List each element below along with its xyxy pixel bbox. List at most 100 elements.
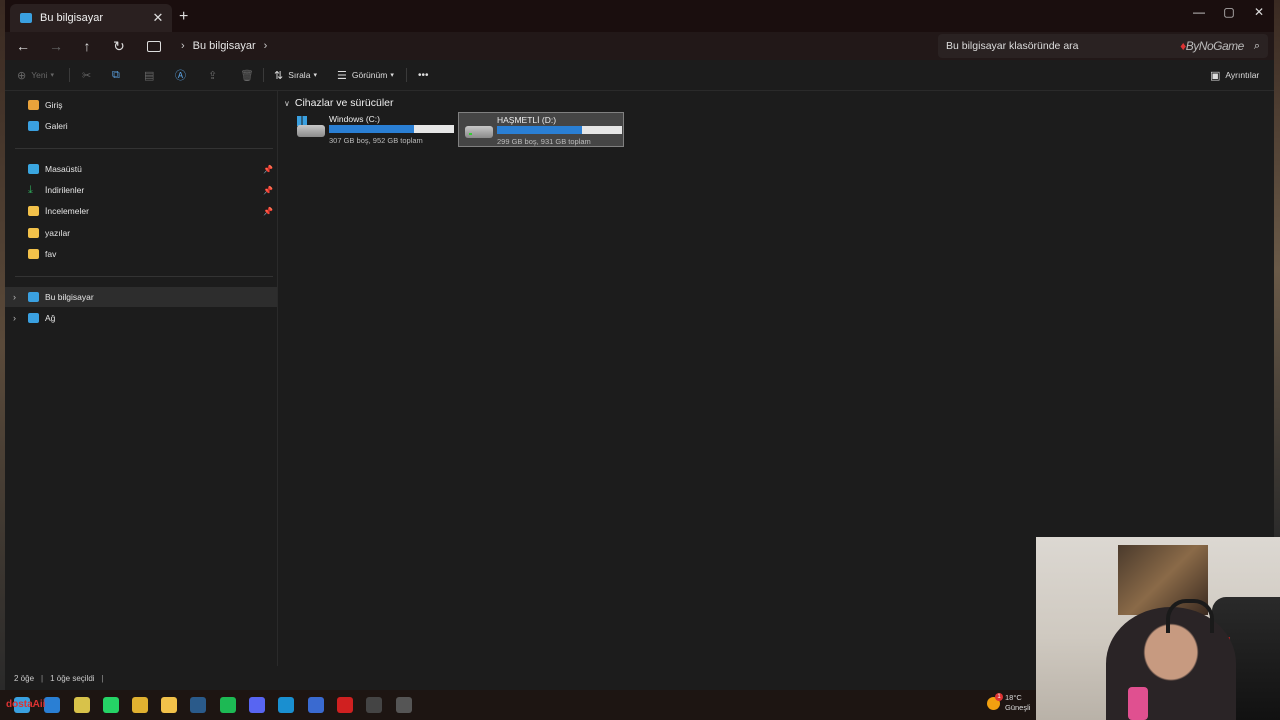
chevron-down-icon: ▾ [313, 72, 317, 79]
share-button[interactable]: ⇪ [208, 60, 222, 90]
forward-arrow-icon[interactable]: → [46, 36, 66, 56]
refresh-icon[interactable]: ↻ [109, 36, 129, 56]
view-button[interactable]: ☰ Görünüm ▾ [337, 60, 394, 90]
sidebar-item-incelemeler[interactable]: İncelemeler 📌 [5, 201, 277, 221]
computer-icon [28, 292, 39, 302]
obs-icon[interactable] [396, 697, 412, 713]
rename-button[interactable]: Ⓐ [175, 60, 191, 90]
drive-d[interactable]: HAŞMETLİ (D:) 299 GB boş, 931 GB toplam [458, 112, 624, 147]
sidebar-item-indirilenler[interactable]: ⤓ İndirilenler 📌 [5, 180, 277, 200]
acrobat-icon[interactable] [337, 697, 353, 713]
status-separator: | [101, 673, 104, 683]
sidebar-item-giris[interactable]: Giriş [5, 95, 277, 115]
view-icon: ☰ [337, 69, 347, 82]
chrome-icon[interactable] [132, 697, 148, 713]
new-icon: ⊕ [17, 69, 27, 82]
chevron-down-icon: ∨ [284, 98, 290, 108]
scissors-icon: ✂ [82, 69, 92, 82]
paste-icon: ▤ [144, 69, 155, 82]
pin-icon: 📌 [263, 206, 273, 216]
network-icon [28, 313, 39, 323]
minimize-button[interactable]: — [1184, 0, 1214, 24]
maximize-button[interactable]: ▢ [1214, 0, 1244, 24]
pin-icon: 📌 [263, 164, 273, 174]
folder-icon [28, 206, 39, 216]
drive-c[interactable]: Windows (C:) 307 GB boş, 952 GB toplam [291, 112, 457, 147]
trash-icon: 🗑 [240, 69, 254, 82]
usage-bar-fill [497, 126, 582, 134]
close-tab-icon[interactable]: ✕ [150, 10, 166, 26]
sidebar-item-fav[interactable]: fav [5, 244, 277, 264]
sidebar-item-ag[interactable]: › Ağ [5, 308, 277, 328]
sidebar-item-bu-bilgisayar[interactable]: › Bu bilgisayar [5, 287, 277, 307]
status-separator: | [41, 673, 44, 683]
headset [1166, 599, 1214, 633]
notification-badge: 1 [995, 692, 1003, 701]
group-header[interactable]: ∨ Cihazlar ve sürücüler [284, 97, 393, 109]
steam-icon[interactable] [190, 697, 206, 713]
address-bar[interactable]: › Bu bilgisayar › [141, 34, 931, 58]
terminal-icon[interactable] [74, 697, 90, 713]
chevron-right-icon[interactable]: › [13, 292, 23, 302]
sidebar-item-galeri[interactable]: Galeri [5, 116, 277, 136]
more-options-button[interactable]: ••• [418, 60, 429, 90]
chevron-right-icon[interactable]: › [13, 313, 23, 323]
file-explorer-icon[interactable] [161, 697, 177, 713]
whatsapp-icon[interactable] [103, 697, 119, 713]
webcam-overlay [1036, 537, 1280, 720]
drive-icon [297, 125, 325, 137]
details-button[interactable]: ▣ Ayrıntılar [1210, 60, 1259, 90]
search-icon[interactable]: ⌕ [1254, 40, 1260, 53]
monitor-icon [147, 40, 161, 52]
paste-button[interactable]: ▤ [144, 60, 159, 90]
tab-title: Bu bilgisayar [40, 12, 103, 24]
bynogame-watermark: ♦ByNoGame [1180, 39, 1244, 53]
search-input[interactable]: Bu bilgisayar klasöründe ara [946, 40, 1180, 52]
breadcrumb-chevron-icon[interactable]: › [181, 40, 185, 52]
sort-icon: ⇅ [274, 69, 284, 82]
share-icon: ⇪ [208, 69, 218, 82]
drive-name: HAŞMETLİ (D:) [497, 115, 557, 125]
sun-icon: 1 [987, 692, 1003, 710]
close-window-button[interactable]: ✕ [1244, 0, 1274, 24]
photos-icon[interactable] [278, 697, 294, 713]
computer-icon [20, 13, 32, 23]
folder-icon [28, 249, 39, 259]
up-arrow-icon[interactable]: ↑ [77, 36, 97, 56]
usage-bar [329, 125, 454, 133]
details-pane-icon: ▣ [1210, 69, 1221, 82]
drive-info: 299 GB boş, 931 GB toplam [497, 137, 591, 146]
chevron-down-icon: ▾ [390, 72, 394, 79]
breadcrumb-chevron-icon[interactable]: › [264, 40, 268, 52]
desktop-folder-icon [28, 164, 39, 174]
sidebar-item-masaustu[interactable]: Masaüstü 📌 [5, 159, 277, 179]
new-button[interactable]: ⊕ Yeni ▾ [17, 60, 54, 90]
item-count: 2 öğe [14, 673, 35, 683]
weather-widget[interactable]: 1 18°C Güneşli [987, 692, 1031, 713]
cut-button[interactable]: ✂ [82, 60, 96, 90]
navigation-bar: ← → ↑ ↻ › Bu bilgisayar › Bu bilgisayar … [5, 32, 1274, 60]
tab-bu-bilgisayar[interactable]: Bu bilgisayar ✕ [10, 4, 172, 32]
usage-bar [497, 126, 622, 134]
search-box[interactable]: Bu bilgisayar klasöründe ara ♦ByNoGame ⌕ [938, 34, 1268, 58]
new-tab-button[interactable]: + [179, 8, 188, 26]
messenger-icon[interactable] [308, 697, 324, 713]
pin-icon: 📌 [263, 185, 273, 195]
drive-icon [465, 126, 493, 138]
delete-button[interactable]: 🗑 [240, 60, 259, 90]
chevron-down-icon: ▾ [50, 72, 54, 79]
discord-icon[interactable] [249, 697, 265, 713]
spotify-icon[interactable] [220, 697, 236, 713]
back-arrow-icon[interactable]: ← [13, 36, 33, 56]
gallery-icon [28, 121, 39, 131]
breadcrumb-bu-bilgisayar[interactable]: Bu bilgisayar [193, 40, 256, 52]
sort-button[interactable]: ⇅ Sırala ▾ [274, 60, 317, 90]
home-icon [28, 100, 39, 110]
weather-desc: Güneşli [1005, 703, 1031, 712]
sidebar-item-yazilar[interactable]: yazılar [5, 223, 277, 243]
console-icon[interactable] [366, 697, 382, 713]
copy-button[interactable]: ⧉ [112, 60, 125, 90]
command-bar: ⊕ Yeni ▾ ✂ ⧉ ▤ Ⓐ ⇪ 🗑 ⇅ Sırala ▾ ☰ Görünü… [5, 60, 1274, 91]
app-icon[interactable] [44, 697, 60, 713]
taskbar-overlay-text: dostaAii [6, 699, 46, 710]
